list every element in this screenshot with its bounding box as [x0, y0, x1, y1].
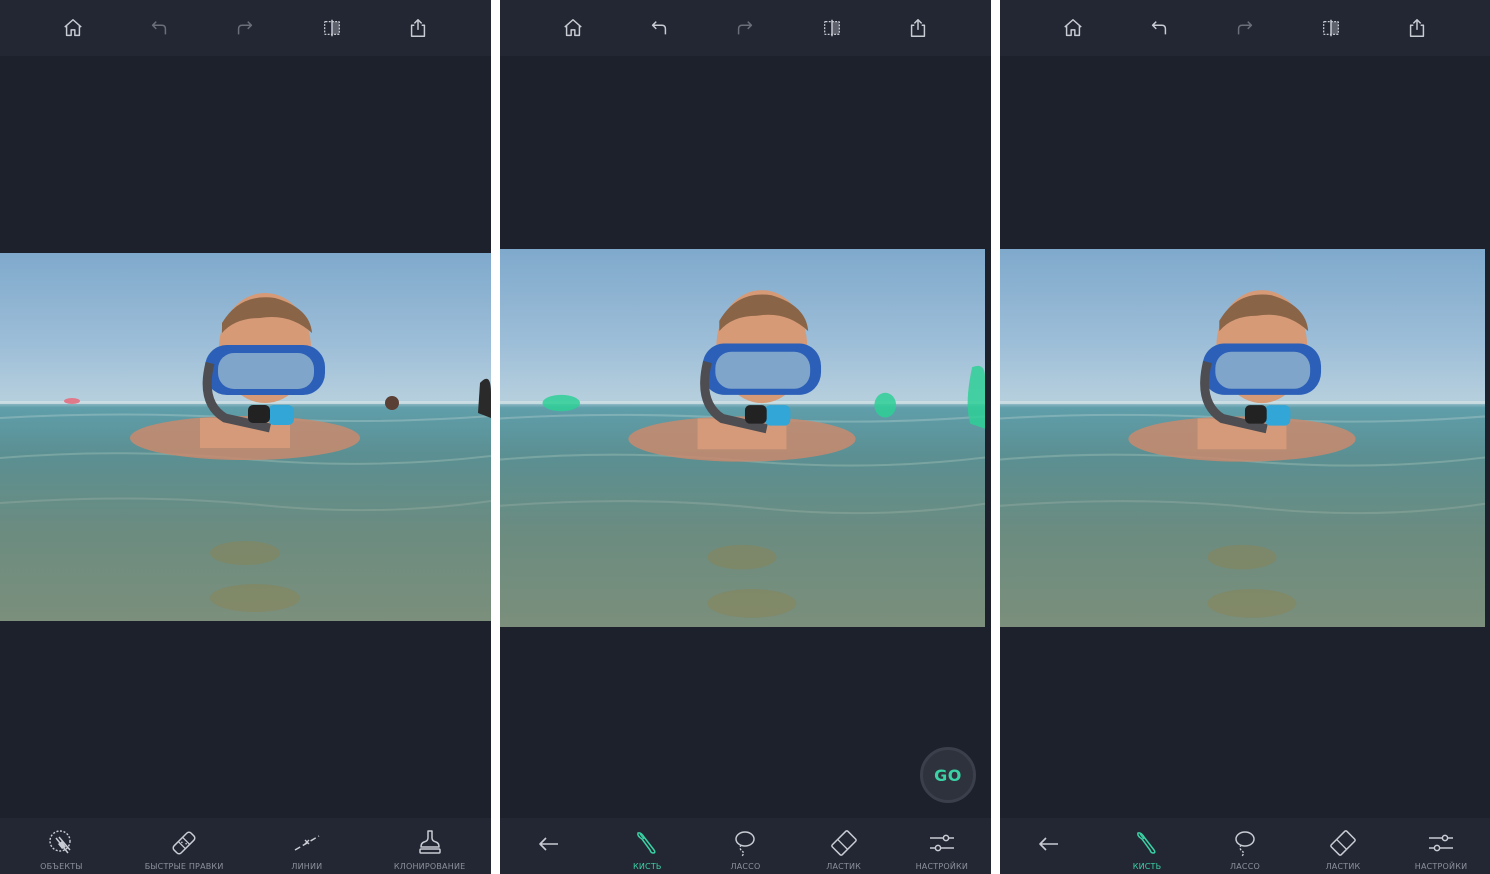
eraser-icon — [1328, 828, 1358, 858]
undo-icon — [648, 17, 670, 39]
tool-clone[interactable]: КЛОНИРОВАНИЕ — [382, 821, 478, 871]
home-icon — [1062, 17, 1084, 39]
tool-label: КИСТЬ — [1132, 862, 1162, 871]
redo-button[interactable] — [229, 12, 261, 44]
quick-fix-icon — [169, 828, 199, 858]
compare-button[interactable] — [1315, 12, 1347, 44]
lasso-icon — [1230, 828, 1260, 858]
brush-icon — [1132, 828, 1162, 858]
objects-icon — [46, 828, 76, 858]
redo-icon — [234, 17, 256, 39]
bottom-toolbar: КИСТЬ ЛАССО ЛАСТИК НАСТРОЙКИ — [1000, 818, 1490, 874]
home-button[interactable] — [1057, 12, 1089, 44]
editor-panel-result: КИСТЬ ЛАССО ЛАСТИК НАСТРОЙКИ — [1000, 0, 1490, 874]
bottom-toolbar: ОБЪЕКТЫ БЫСТРЫЕ ПРАВКИ ЛИНИИ КЛОНИРОВАНИ… — [0, 818, 491, 874]
photo-canvas[interactable] — [1000, 249, 1485, 627]
tool-label: КЛОНИРОВАНИЕ — [393, 862, 466, 871]
bottom-toolbar: КИСТЬ ЛАССО ЛАСТИК НАСТРОЙКИ — [500, 818, 991, 874]
home-button[interactable] — [57, 12, 89, 44]
tool-brush[interactable]: КИСТЬ — [599, 821, 695, 871]
tool-lasso[interactable]: ЛАССО — [697, 821, 793, 871]
redo-icon — [734, 17, 756, 39]
tool-label: ЛИНИИ — [291, 862, 323, 871]
lines-icon — [292, 828, 322, 858]
photo-canvas[interactable] — [500, 249, 985, 627]
tool-label: БЫСТРЫЕ ПРАВКИ — [144, 862, 224, 871]
undo-button[interactable] — [143, 12, 175, 44]
tool-settings[interactable]: НАСТРОЙКИ — [894, 821, 990, 871]
tool-label: НАСТРОЙКИ — [915, 862, 969, 871]
undo-icon — [1148, 17, 1170, 39]
tool-eraser[interactable]: ЛАСТИК — [1295, 821, 1391, 871]
settings-sliders-icon — [927, 828, 957, 858]
distant-swimmer-right — [385, 396, 399, 410]
share-icon — [1406, 17, 1428, 39]
tool-label: ОБЪЕКТЫ — [40, 862, 83, 871]
tool-label: ЛАССО — [730, 862, 761, 871]
back-button[interactable] — [501, 821, 597, 871]
compare-button[interactable] — [316, 12, 348, 44]
redo-button[interactable] — [1229, 12, 1261, 44]
home-button[interactable] — [557, 12, 589, 44]
brush-icon — [632, 828, 662, 858]
tool-objects[interactable]: ОБЪЕКТЫ — [13, 821, 109, 871]
top-toolbar — [500, 0, 991, 56]
redo-icon — [1234, 17, 1256, 39]
back-arrow-icon — [1034, 829, 1064, 859]
redo-button[interactable] — [729, 12, 761, 44]
brush-mask-edge — [967, 365, 985, 429]
lasso-icon — [730, 828, 760, 858]
edge-swimmer — [478, 378, 491, 418]
compare-icon — [1320, 17, 1342, 39]
tool-lines[interactable]: ЛИНИИ — [259, 821, 355, 871]
undo-button[interactable] — [643, 12, 675, 44]
tool-settings[interactable]: НАСТРОЙКИ — [1393, 821, 1489, 871]
share-icon — [907, 17, 929, 39]
top-toolbar — [1000, 0, 1490, 56]
distant-swimmer-left — [64, 398, 80, 404]
back-button[interactable] — [1001, 821, 1097, 871]
brush-mask-right — [874, 392, 897, 418]
photo-image — [0, 253, 491, 621]
tool-eraser[interactable]: ЛАСТИК — [796, 821, 892, 871]
editor-panel-objects: ОБЪЕКТЫ БЫСТРЫЕ ПРАВКИ ЛИНИИ КЛОНИРОВАНИ… — [0, 0, 491, 874]
tool-quick-fix[interactable]: БЫСТРЫЕ ПРАВКИ — [136, 821, 232, 871]
tool-label: НАСТРОЙКИ — [1414, 862, 1468, 871]
tool-lasso[interactable]: ЛАССО — [1197, 821, 1293, 871]
tool-label: КИСТЬ — [632, 862, 662, 871]
share-button[interactable] — [902, 12, 934, 44]
clone-stamp-icon — [415, 828, 445, 858]
top-toolbar — [0, 0, 491, 56]
compare-icon — [821, 17, 843, 39]
tool-brush[interactable]: КИСТЬ — [1099, 821, 1195, 871]
photo-image — [500, 249, 985, 627]
share-icon — [407, 17, 429, 39]
settings-sliders-icon — [1426, 828, 1456, 858]
back-arrow-icon — [534, 829, 564, 859]
undo-button[interactable] — [1143, 12, 1175, 44]
tool-label: ЛАССО — [1230, 862, 1260, 871]
share-button[interactable] — [1401, 12, 1433, 44]
tool-label: ЛАСТИК — [1325, 862, 1361, 871]
photo-canvas[interactable] — [0, 253, 491, 621]
photo-image — [1000, 249, 1485, 627]
undo-icon — [148, 17, 170, 39]
compare-icon — [321, 17, 343, 39]
brush-mask-left — [542, 394, 581, 412]
tool-label: ЛАСТИК — [826, 862, 862, 871]
share-button[interactable] — [402, 12, 434, 44]
compare-button[interactable] — [816, 12, 848, 44]
home-icon — [62, 17, 84, 39]
eraser-icon — [829, 828, 859, 858]
editor-panel-brush-selection: КИСТЬ ЛАССО ЛАСТИК НАСТРОЙКИ — [500, 0, 991, 874]
go-button[interactable]: GO — [920, 747, 976, 803]
home-icon — [562, 17, 584, 39]
